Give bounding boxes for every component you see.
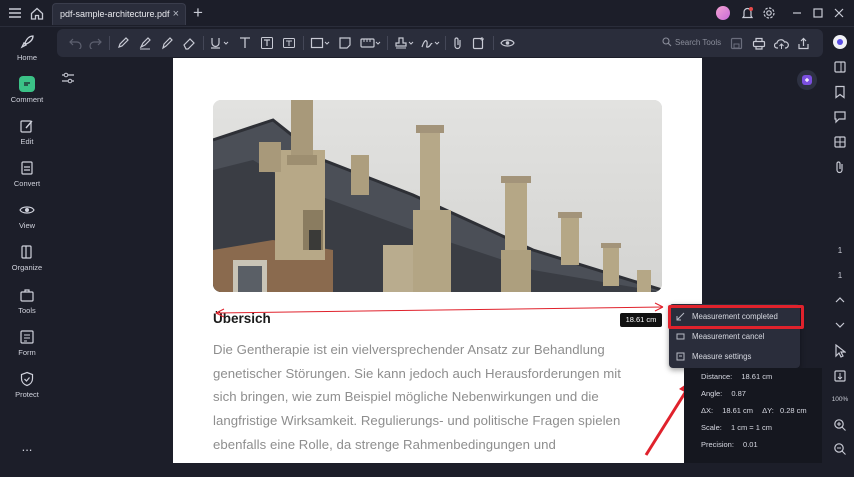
ai-assistant-icon[interactable] (832, 34, 848, 50)
menu-item-measure-settings[interactable]: Measure settings (669, 347, 800, 366)
highlight-box (668, 305, 804, 329)
fit-page-icon[interactable] (832, 368, 848, 384)
measurement-info-panel: Distance: 18.61 cm Angle: 0.87 ΔX: 18.61… (684, 368, 822, 463)
angle-label: Angle: (701, 389, 723, 398)
total-pages: 1 (837, 271, 843, 280)
precision-row: Precision: 0.01 (701, 440, 758, 449)
current-page[interactable]: 1 (826, 246, 854, 255)
precision-label: Precision: (701, 440, 734, 449)
bookmark-icon[interactable] (832, 84, 848, 100)
angle-row: Angle: 0.87 (701, 389, 746, 398)
scale-row: Scale: 1 cm = 1 cm (701, 423, 772, 432)
select-cursor-icon[interactable] (832, 343, 848, 359)
menu-item-label: Measurement cancel (692, 332, 765, 341)
delta-row: ΔX: 18.61 cm ΔY: 0.28 cm (701, 406, 807, 415)
distance-value: 18.61 cm (741, 372, 773, 381)
scale-label: Scale: (701, 423, 722, 432)
dy-value: 0.28 cm (779, 406, 807, 415)
dx-label: ΔX: (701, 406, 714, 415)
thumbnails-icon[interactable] (832, 134, 848, 150)
menu-item-measurement-cancel[interactable]: Measurement cancel (669, 327, 800, 346)
menu-item-label: Measure settings (692, 352, 752, 361)
measure-cancel-icon (676, 333, 685, 340)
settings-icon (676, 352, 685, 361)
comments-panel-icon[interactable] (832, 109, 848, 125)
distance-row: Distance: 18.61 cm (701, 372, 772, 381)
pointer-arrow (644, 387, 690, 456)
scale-value: 1 cm = 1 cm (730, 423, 773, 432)
angle-value: 0.87 (731, 389, 746, 398)
precision-value: 0.01 (743, 440, 758, 449)
distance-label: Distance: (701, 372, 733, 381)
chevron-up-icon[interactable] (832, 292, 848, 308)
attachment-panel-icon[interactable] (832, 159, 848, 175)
chevron-down-icon[interactable] (832, 317, 848, 333)
measurement-tag: 18.61 cm (620, 313, 662, 327)
right-panel-rail: 1 1 100% (826, 27, 854, 463)
panel-layout-icon[interactable] (832, 59, 848, 75)
dy-label: ΔY: (762, 406, 774, 415)
dx-value: 18.61 cm (722, 406, 754, 415)
zoom-out-icon[interactable] (832, 441, 848, 457)
zoom-in-icon[interactable] (832, 417, 848, 433)
measurement-line (215, 306, 664, 314)
zoom-level[interactable]: 100% (826, 396, 854, 403)
